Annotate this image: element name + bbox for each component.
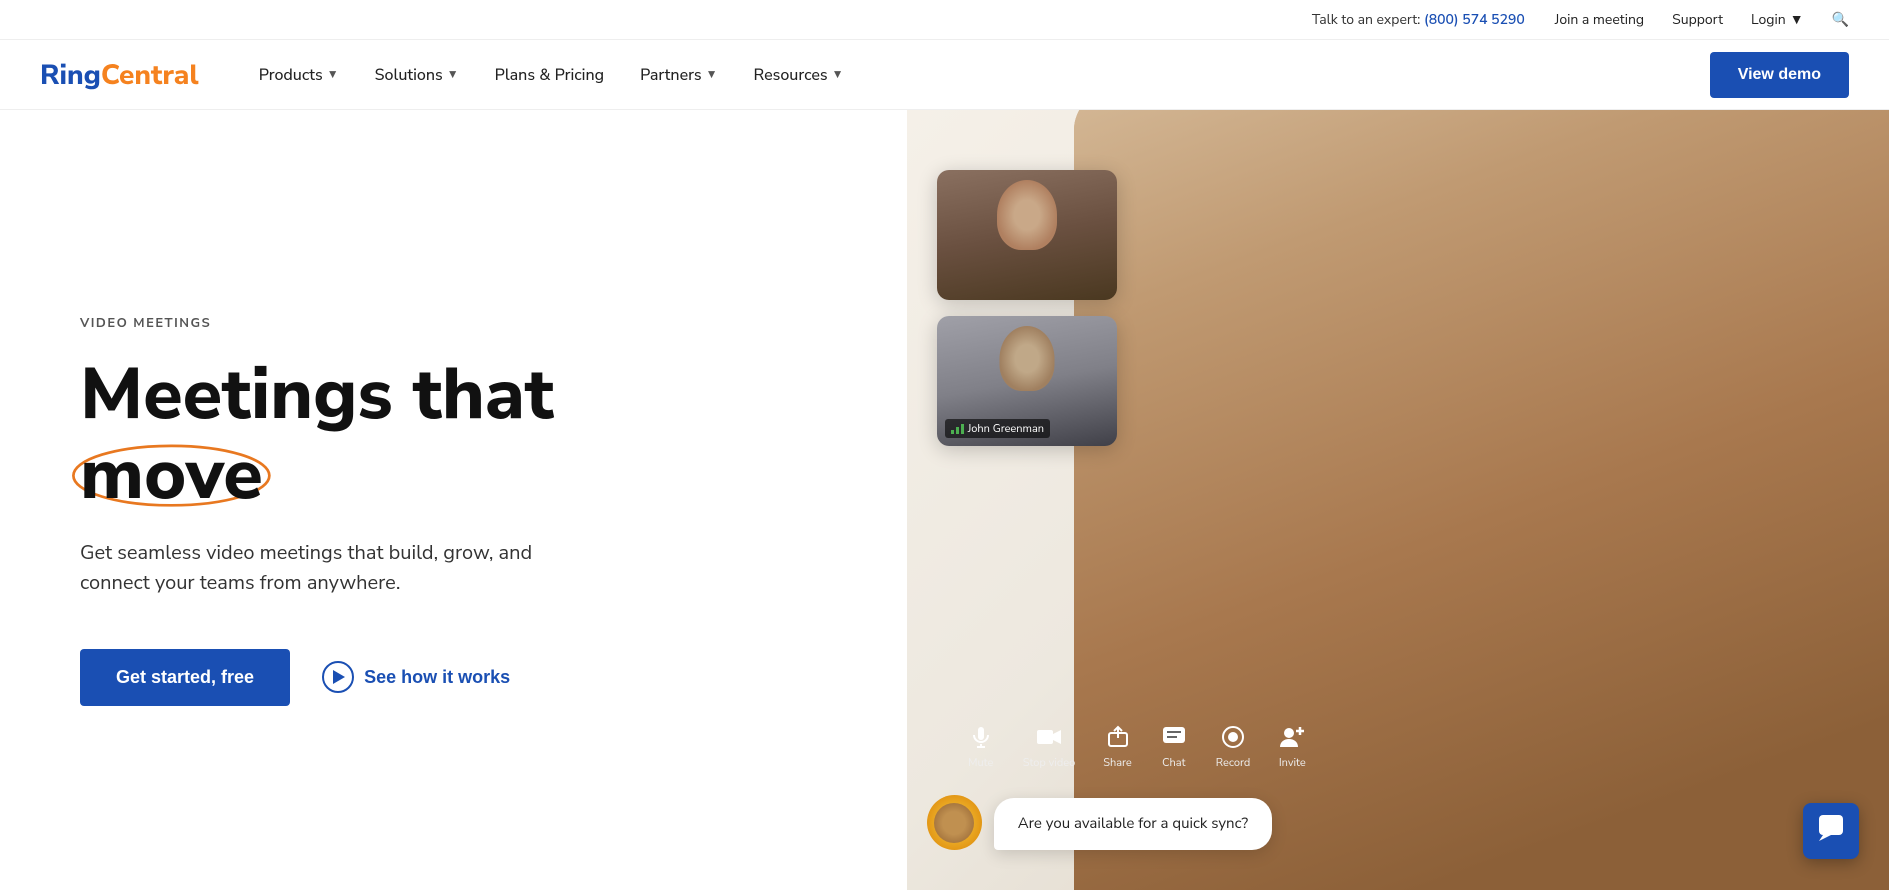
hero-actions: Get started, free See how it works xyxy=(80,649,847,706)
login-button[interactable]: Login ▼ xyxy=(1751,10,1804,29)
avatar-face xyxy=(934,803,974,843)
microphone-icon xyxy=(969,725,993,749)
chat-bubble: Are you available for a quick sync? xyxy=(994,798,1272,850)
chat-label: Chat xyxy=(1162,755,1185,770)
invite-control[interactable]: Invite xyxy=(1278,723,1306,770)
chevron-down-icon: ▼ xyxy=(447,67,459,83)
nav-item-solutions[interactable]: Solutions ▼ xyxy=(375,64,459,86)
video-tile-person2: John Greenman xyxy=(937,316,1117,446)
invite-label: Invite xyxy=(1279,755,1306,770)
chat-bubble-area: Are you available for a quick sync? xyxy=(927,795,1272,850)
nav-item-partners[interactable]: Partners ▼ xyxy=(640,64,717,86)
hero-content-left: VIDEO MEETINGS Meetings that move Get se… xyxy=(0,110,907,890)
mute-label: Mute xyxy=(968,755,993,770)
hero-label: VIDEO MEETINGS xyxy=(80,314,847,332)
chat-icon xyxy=(1160,723,1188,751)
hero-background-image xyxy=(1074,110,1889,890)
invite-icon xyxy=(1278,723,1306,751)
stop-video-control[interactable]: Stop video xyxy=(1023,723,1076,770)
logo-ring: Ring xyxy=(40,56,101,94)
main-nav: RingCentral Products ▼ Solutions ▼ Plans… xyxy=(0,40,1889,110)
chevron-down-icon: ▼ xyxy=(706,67,718,83)
participant-name-tag: John Greenman xyxy=(945,419,1050,438)
hero-headline: Meetings that move xyxy=(80,356,847,514)
nav-item-products[interactable]: Products ▼ xyxy=(259,64,339,86)
record-icon xyxy=(1219,723,1247,751)
play-icon xyxy=(322,661,354,693)
hero-section: VIDEO MEETINGS Meetings that move Get se… xyxy=(0,110,1889,890)
video-tile-person1 xyxy=(937,170,1117,300)
support-link[interactable]: Support xyxy=(1672,10,1723,29)
avatar xyxy=(927,795,982,850)
record-control[interactable]: Record xyxy=(1216,723,1250,770)
camera-icon xyxy=(1035,723,1063,751)
get-started-button[interactable]: Get started, free xyxy=(80,649,290,706)
share-label: Share xyxy=(1103,755,1132,770)
see-how-button[interactable]: See how it works xyxy=(322,661,510,693)
phone-link[interactable]: (800) 574 5290 xyxy=(1424,10,1525,29)
chevron-down-icon: ▼ xyxy=(1790,10,1804,29)
logo[interactable]: RingCentral xyxy=(40,56,199,94)
hero-visual-right: John Greenman Mute xyxy=(907,110,1889,890)
search-icon[interactable]: 🔍 xyxy=(1832,10,1849,29)
support-chat-button[interactable] xyxy=(1803,803,1859,859)
nav-item-plans-pricing[interactable]: Plans & Pricing xyxy=(495,64,604,86)
signal-icon xyxy=(951,424,964,434)
hero-subtext: Get seamless video meetings that build, … xyxy=(80,539,600,599)
top-bar-links: Join a meeting Support Login ▼ 🔍 xyxy=(1555,10,1849,29)
stop-video-label: Stop video xyxy=(1023,755,1076,770)
hero-move-word: move xyxy=(80,436,263,515)
video-tiles-panel: John Greenman xyxy=(937,170,1117,446)
join-meeting-link[interactable]: Join a meeting xyxy=(1555,10,1644,29)
view-demo-button[interactable]: View demo xyxy=(1710,52,1849,98)
chevron-down-icon: ▼ xyxy=(327,67,339,83)
nav-links: Products ▼ Solutions ▼ Plans & Pricing P… xyxy=(259,64,1710,86)
top-bar: Talk to an expert: (800) 574 5290 Join a… xyxy=(0,0,1889,40)
chat-control[interactable]: Chat xyxy=(1160,723,1188,770)
share-icon xyxy=(1104,723,1132,751)
mute-icon xyxy=(967,723,995,751)
logo-central: Central xyxy=(101,56,199,94)
chevron-down-icon: ▼ xyxy=(832,67,844,83)
share-control[interactable]: Share xyxy=(1103,723,1132,770)
nav-item-resources[interactable]: Resources ▼ xyxy=(754,64,844,86)
meeting-controls-bar: Mute Stop video Share xyxy=(967,723,1307,770)
record-label: Record xyxy=(1216,755,1250,770)
contact-text: Talk to an expert: (800) 574 5290 xyxy=(1312,10,1525,29)
chat-bubble-icon xyxy=(1817,813,1845,850)
mute-control[interactable]: Mute xyxy=(967,723,995,770)
play-triangle-icon xyxy=(333,670,345,684)
